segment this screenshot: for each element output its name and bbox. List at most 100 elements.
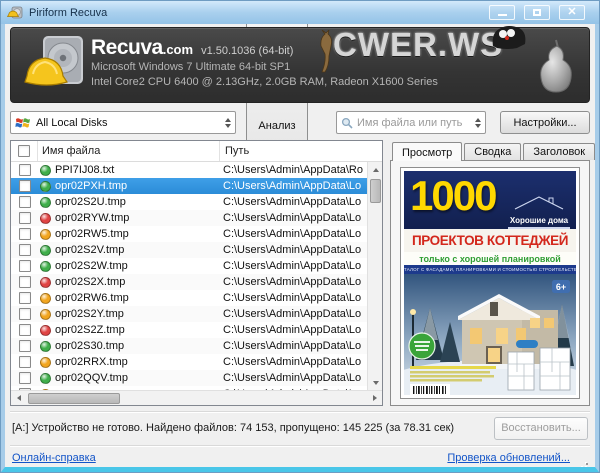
table-row[interactable]: opr02RRX.tmp C:\Users\Admin\AppData\Lo: [11, 354, 367, 370]
file-status-icon: [40, 341, 51, 352]
row-checkbox[interactable]: [19, 340, 31, 352]
scroll-down-icon[interactable]: [368, 375, 383, 390]
minimize-button[interactable]: [489, 5, 515, 20]
row-checkbox[interactable]: [19, 228, 31, 240]
file-path: C:\Users\Admin\AppData\Lo: [218, 212, 367, 224]
table-row[interactable]: PPI7IJ08.txt C:\Users\Admin\AppData\Ro: [11, 162, 367, 178]
file-status-icon: [40, 373, 51, 384]
file-name: opr02S2W.tmp: [55, 260, 218, 272]
tab-header[interactable]: Заголовок: [523, 143, 595, 160]
title-bar[interactable]: Piriform Recuva ✕: [1, 1, 599, 24]
table-row[interactable]: opr02S2V.tmp C:\Users\Admin\AppData\Lo: [11, 242, 367, 258]
scroll-up-icon[interactable]: [368, 162, 383, 177]
table-row[interactable]: opr02S2W.tmp C:\Users\Admin\AppData\Lo: [11, 258, 367, 274]
resize-grip[interactable]: [578, 459, 588, 469]
recover-button[interactable]: Восстановить...: [494, 417, 588, 440]
close-button[interactable]: ✕: [559, 5, 585, 20]
app-name: Recuva: [91, 36, 163, 60]
search-icon: [341, 117, 353, 129]
row-checkbox[interactable]: [19, 308, 31, 320]
disk-selector-spinner-icon[interactable]: [225, 118, 231, 128]
file-status-icon: [40, 277, 51, 288]
preview-image-frame: 1000 Хорошие дома ПРОЕКТОВ КОТТЕДЖЕЙ: [400, 167, 580, 399]
file-name: opr02RW5.tmp: [55, 228, 218, 240]
search-spinner-icon[interactable]: [475, 118, 481, 128]
magazine-subtitle: только с хорошей планировкой: [419, 254, 561, 264]
maximize-button[interactable]: [524, 5, 550, 20]
settings-button[interactable]: Настройки...: [500, 111, 590, 134]
table-row[interactable]: opr02PXH.tmp C:\Users\Admin\AppData\Lo: [11, 178, 367, 194]
table-row[interactable]: opr02RYW.tmp C:\Users\Admin\AppData\Lo: [11, 210, 367, 226]
table-row[interactable]: opr02S2Y.tmp C:\Users\Admin\AppData\Lo: [11, 306, 367, 322]
file-path: C:\Users\Admin\AppData\Lo: [218, 372, 367, 384]
table-row[interactable]: opr02S2U.tmp C:\Users\Admin\AppData\Lo: [11, 194, 367, 210]
row-checkbox[interactable]: [19, 164, 31, 176]
column-header-path[interactable]: Путь: [220, 141, 382, 161]
row-checkbox[interactable]: [19, 196, 31, 208]
row-checkbox[interactable]: [19, 180, 31, 192]
file-path: C:\Users\Admin\AppData\Lo: [218, 324, 367, 336]
file-name: opr02S2Z.tmp: [55, 324, 218, 336]
tab-summary[interactable]: Сводка: [464, 143, 521, 160]
file-name: opr02RRX.tmp: [55, 356, 218, 368]
file-name: PPI7IJ08.txt: [55, 164, 218, 176]
footer: Онлайн-справка Проверка обновлений...: [10, 447, 590, 469]
row-checkbox[interactable]: [19, 372, 31, 384]
column-header-name[interactable]: Имя файла: [38, 141, 220, 161]
minimize-icon: [498, 14, 507, 16]
app-version: v1.50.1036 (64-bit): [201, 45, 293, 57]
row-checkbox[interactable]: [19, 356, 31, 368]
scroll-right-icon[interactable]: [367, 391, 382, 406]
file-path: C:\Users\Admin\AppData\Lo: [218, 292, 367, 304]
row-checkbox[interactable]: [19, 244, 31, 256]
app-icon: [7, 6, 23, 20]
preview-image: 1000 Хорошие дома ПРОЕКТОВ КОТТЕДЖЕЙ: [404, 171, 576, 395]
file-status-icon: [40, 229, 51, 240]
file-name: opr02S2V.tmp: [55, 244, 218, 256]
horizontal-scroll-thumb[interactable]: [28, 393, 120, 404]
magazine-brand: Хорошие дома: [508, 195, 570, 229]
table-row[interactable]: opr02S2X.tmp C:\Users\Admin\AppData\Lo: [11, 274, 367, 290]
search-box[interactable]: Имя файла или путь: [336, 111, 486, 134]
close-icon: ✕: [567, 7, 576, 18]
window-title: Piriform Recuva: [29, 7, 489, 19]
file-list-body: PPI7IJ08.txt C:\Users\Admin\AppData\Ro o…: [11, 162, 367, 390]
file-list: Имя файла Путь PPI7IJ08.txt C:\Users\Adm…: [10, 140, 383, 406]
table-row[interactable]: opr02QQV.tmp C:\Users\Admin\AppData\Lo: [11, 370, 367, 386]
file-status-icon: [40, 165, 51, 176]
settings-label: Настройки...: [513, 117, 576, 129]
magazine-photo: 6+: [404, 274, 576, 395]
row-checkbox[interactable]: [19, 324, 31, 336]
file-path: C:\Users\Admin\AppData\Lo: [218, 228, 367, 240]
scroll-left-icon[interactable]: [11, 391, 26, 406]
check-updates-link[interactable]: Проверка обновлений...: [447, 452, 570, 464]
row-checkbox[interactable]: [19, 276, 31, 288]
table-row[interactable]: opr02RW6.tmp C:\Users\Admin\AppData\Lo: [11, 290, 367, 306]
preview-panel: 1000 Хорошие дома ПРОЕКТОВ КОТТЕДЖЕЙ: [390, 160, 590, 406]
search-placeholder: Имя файла или путь: [357, 117, 475, 129]
row-checkbox[interactable]: [19, 292, 31, 304]
window-body: Recuva.com v1.50.1036 (64-bit) Microsoft…: [1, 24, 599, 472]
table-row[interactable]: opr02S30.tmp C:\Users\Admin\AppData\Lo: [11, 338, 367, 354]
toolbar: All Local Disks Анализ Имя файла или пут…: [10, 111, 590, 134]
file-path: C:\Users\Admin\AppData\Lo: [218, 180, 367, 192]
row-checkbox[interactable]: [19, 212, 31, 224]
select-all-checkbox[interactable]: [18, 145, 30, 157]
sylvester-cartoon-icon: [489, 24, 529, 50]
row-checkbox[interactable]: [19, 260, 31, 272]
horizontal-scrollbar[interactable]: [11, 390, 382, 405]
file-name: opr02S2Y.tmp: [55, 308, 218, 320]
vertical-scrollbar[interactable]: [367, 162, 382, 390]
table-row[interactable]: opr02S2Z.tmp C:\Users\Admin\AppData\Lo: [11, 322, 367, 338]
table-row[interactable]: opr02RW5.tmp C:\Users\Admin\AppData\Lo: [11, 226, 367, 242]
file-list-header[interactable]: Имя файла Путь: [11, 141, 382, 162]
tab-preview[interactable]: Просмотр: [392, 142, 462, 161]
file-name: opr02S2X.tmp: [55, 276, 218, 288]
vertical-scroll-thumb[interactable]: [370, 179, 381, 203]
file-name: opr02S30.tmp: [55, 340, 218, 352]
online-help-link[interactable]: Онлайн-справка: [12, 452, 96, 464]
recuva-logo-icon: [23, 34, 87, 96]
file-path: C:\Users\Admin\AppData\Lo: [218, 260, 367, 272]
magazine-big-number: 1000: [410, 173, 495, 219]
disk-selector[interactable]: All Local Disks: [10, 111, 236, 134]
